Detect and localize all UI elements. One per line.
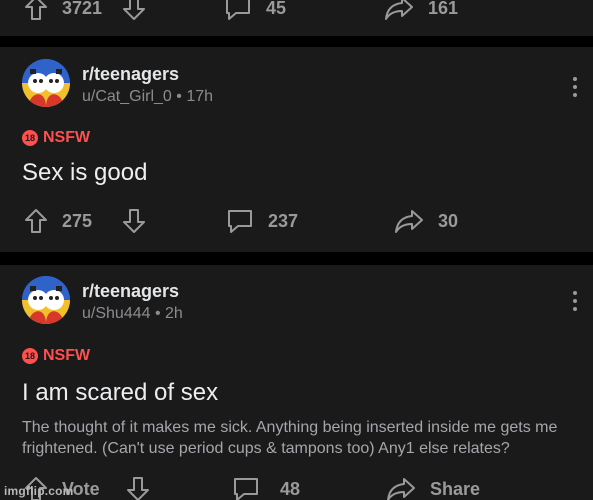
nsfw-badge-icon: 18 bbox=[22, 130, 38, 146]
vote-count: 275 bbox=[62, 210, 93, 231]
comment-icon bbox=[226, 0, 250, 20]
nsfw-tag: 18 NSFW bbox=[22, 129, 90, 147]
downvote-icon bbox=[123, 209, 145, 233]
subreddit-name[interactable]: r/teenagers bbox=[82, 281, 179, 302]
share-button[interactable]: 161 bbox=[384, 0, 458, 26]
nsfw-label: NSFW bbox=[43, 129, 91, 146]
post-actions: Vote 48 Share bbox=[0, 471, 593, 500]
share-icon bbox=[385, 0, 413, 20]
share-button[interactable]: 30 bbox=[394, 203, 458, 239]
comments-button[interactable]: 48 bbox=[232, 471, 300, 500]
feed-screen: 3721 45 161 r/teenagers u/Cat_Girl_0 • 1… bbox=[0, 0, 593, 500]
comment-count: 45 bbox=[266, 0, 287, 18]
post-card[interactable]: r/teenagers u/Cat_Girl_0 • 17h 18 NSFW S… bbox=[0, 47, 593, 252]
post-card-previous: 3721 45 161 bbox=[0, 0, 593, 36]
comments-button[interactable]: 45 bbox=[224, 0, 286, 26]
vote-count: 3721 bbox=[62, 0, 103, 18]
post-actions: 3721 45 161 bbox=[0, 0, 593, 26]
comments-button[interactable]: 237 bbox=[226, 203, 298, 239]
downvote-button[interactable] bbox=[122, 203, 146, 239]
upvote-icon bbox=[25, 0, 47, 20]
downvote-button[interactable] bbox=[126, 471, 150, 500]
subreddit-name[interactable]: r/teenagers bbox=[82, 64, 179, 85]
share-label: Share bbox=[430, 478, 481, 499]
share-count: 30 bbox=[438, 210, 459, 231]
comment-icon bbox=[228, 210, 252, 233]
comment-count: 48 bbox=[280, 478, 301, 499]
share-icon bbox=[395, 210, 423, 233]
share-icon bbox=[387, 478, 415, 500]
subreddit-avatar-image bbox=[22, 276, 70, 324]
post-meta[interactable]: u/Cat_Girl_0 • 17h bbox=[82, 88, 213, 106]
share-count: 161 bbox=[428, 0, 459, 18]
subreddit-avatar[interactable] bbox=[22, 276, 70, 324]
downvote-button[interactable] bbox=[122, 0, 146, 26]
downvote-icon bbox=[123, 0, 145, 20]
comment-icon bbox=[234, 478, 258, 500]
nsfw-tag: 18 NSFW bbox=[22, 347, 90, 365]
post-card[interactable]: r/teenagers u/Shu444 • 2h 18 NSFW I am s… bbox=[0, 265, 593, 500]
subreddit-avatar-image bbox=[22, 59, 70, 107]
post-actions: 275 237 30 bbox=[0, 203, 593, 239]
more-options-icon[interactable] bbox=[571, 76, 579, 98]
post-meta[interactable]: u/Shu444 • 2h bbox=[82, 305, 183, 323]
post-title[interactable]: I am scared of sex bbox=[22, 379, 218, 407]
comment-count: 237 bbox=[268, 210, 299, 231]
downvote-icon bbox=[127, 477, 149, 500]
watermark: imgflip.com bbox=[4, 484, 74, 498]
post-title[interactable]: Sex is good bbox=[22, 159, 147, 187]
upvote-button[interactable]: 275 bbox=[24, 203, 92, 239]
post-body-preview[interactable]: The thought of it makes me sick. Anythin… bbox=[22, 417, 582, 459]
upvote-button[interactable]: 3721 bbox=[24, 0, 102, 26]
share-button[interactable]: Share bbox=[386, 471, 480, 500]
upvote-icon bbox=[25, 209, 47, 233]
subreddit-avatar[interactable] bbox=[22, 59, 70, 107]
nsfw-label: NSFW bbox=[43, 347, 91, 364]
more-options-icon[interactable] bbox=[571, 290, 579, 312]
nsfw-badge-icon: 18 bbox=[22, 348, 38, 364]
